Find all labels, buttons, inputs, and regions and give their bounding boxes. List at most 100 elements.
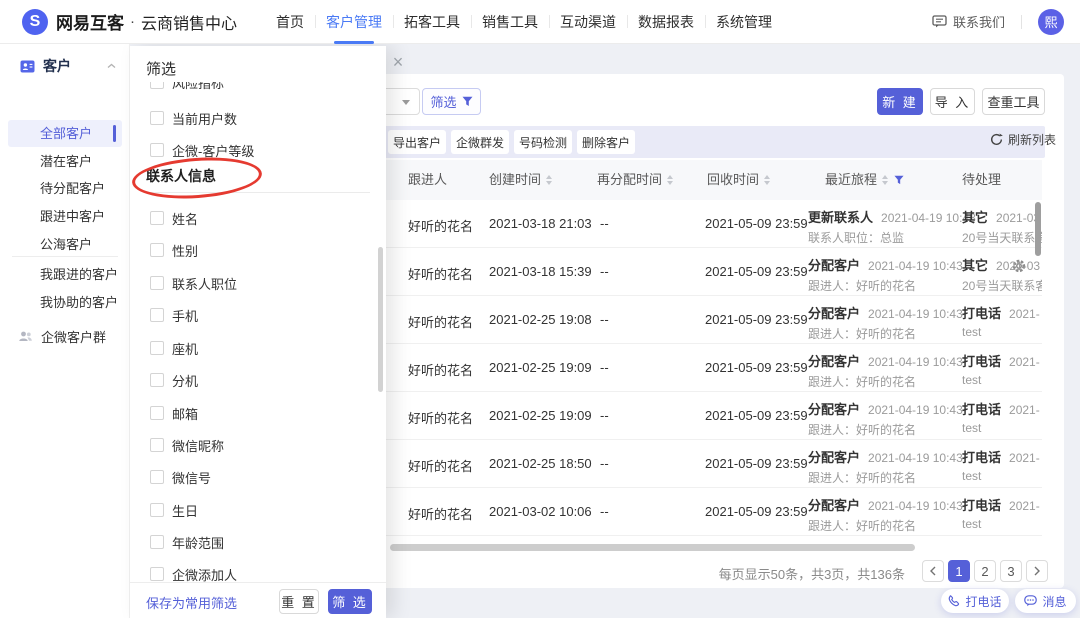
page-button-1[interactable]: 1	[948, 560, 970, 582]
sidebar-item-wecom-groups[interactable]: 企微客户群	[0, 323, 130, 350]
filter-option-wecom-level[interactable]: 企微-客户等级	[130, 140, 386, 160]
red-ellipse-annotation	[131, 154, 263, 203]
contact-us-button[interactable]: 联系我们	[932, 12, 1005, 31]
open-filter-button[interactable]: 筛选	[422, 88, 481, 115]
sort-icon[interactable]	[882, 175, 888, 185]
checkbox[interactable]	[150, 373, 164, 387]
next-page-button[interactable]	[1026, 560, 1048, 582]
chevron-up-icon[interactable]	[107, 63, 116, 69]
checkbox[interactable]	[150, 111, 164, 125]
sidebar-item-potential-customers[interactable]: 潜在客户	[0, 148, 130, 175]
filter-option-gender[interactable]: 性别	[130, 240, 386, 260]
new-customer-button[interactable]: 新 建	[877, 88, 923, 115]
column-journey: 最近旅程	[825, 160, 904, 200]
cell-created: 2021-03-02 10:06	[489, 504, 592, 519]
filter-panel-scroll-area: 风险指标 当前用户数 企微-客户等级 联系人信息 姓名 性别 联系人职位 手机 …	[130, 82, 386, 582]
filter-option-current-users[interactable]: 当前用户数	[130, 108, 386, 128]
sidebar-group-label: 企微客户群	[41, 327, 106, 346]
filter-option-risk[interactable]: 风险指标	[130, 82, 386, 92]
checkbox[interactable]	[150, 503, 164, 517]
filter-option-name[interactable]: 姓名	[130, 208, 386, 228]
page-button-2[interactable]: 2	[974, 560, 996, 582]
cell-journey: 分配客户2021-04-19 10:43跟进人：好听的花名	[808, 255, 963, 294]
nav-item-sales-tools[interactable]: 销售工具	[471, 0, 549, 44]
filter-option-extension[interactable]: 分机	[130, 370, 386, 390]
page-button-3[interactable]: 3	[1000, 560, 1022, 582]
filter-option-wechat-id[interactable]: 微信号	[130, 467, 386, 487]
checkbox[interactable]	[150, 470, 164, 484]
checkbox[interactable]	[150, 308, 164, 322]
checkbox[interactable]	[150, 535, 164, 549]
import-button[interactable]: 导 入	[930, 88, 975, 115]
reset-button[interactable]: 重 置	[279, 589, 319, 614]
phone-icon	[948, 595, 960, 607]
filter-option-birthday[interactable]: 生日	[130, 500, 386, 520]
number-check-button[interactable]: 号码检测	[514, 130, 572, 154]
cell-created: 2021-02-25 19:09	[489, 408, 592, 423]
sort-icon[interactable]	[546, 175, 552, 185]
nav-item-customer-management[interactable]: 客户管理	[315, 0, 393, 44]
sort-icon[interactable]	[667, 175, 673, 185]
filter-option-position[interactable]: 联系人职位	[130, 273, 386, 293]
filter-option-mobile[interactable]: 手机	[130, 305, 386, 325]
save-as-common-filter-link[interactable]: 保存为常用筛选	[146, 593, 237, 612]
column-filter-funnel-icon[interactable]	[894, 175, 904, 185]
checkbox[interactable]	[150, 82, 164, 89]
cell-created: 2021-03-18 21:03	[489, 216, 592, 231]
cell-journey: 分配客户2021-04-19 10:43跟进人：好听的花名	[808, 303, 963, 342]
user-avatar[interactable]: 熙	[1038, 9, 1064, 35]
sort-icon[interactable]	[764, 175, 770, 185]
nav-item-prospecting-tools[interactable]: 拓客工具	[393, 0, 471, 44]
cell-journey: 分配客户2021-04-19 10:43跟进人：好听的花名	[808, 351, 963, 390]
filter-option-age-range[interactable]: 年龄范围	[130, 532, 386, 552]
cell-todo: 打电话2021-test	[962, 447, 1042, 483]
checkbox[interactable]	[150, 406, 164, 420]
cell-todo: 打电话2021-test	[962, 495, 1042, 531]
prev-page-button[interactable]	[922, 560, 944, 582]
call-button[interactable]: 打电话	[941, 589, 1009, 613]
filter-option-wecom-adder[interactable]: 企微添加人	[130, 564, 386, 582]
checkbox[interactable]	[150, 276, 164, 290]
sidebar-item-my-assisted[interactable]: 我协助的客户	[0, 289, 130, 316]
checkbox[interactable]	[150, 243, 164, 257]
sidebar-section-label: 客户	[43, 56, 71, 76]
message-button[interactable]: 消息	[1015, 589, 1076, 613]
checkbox[interactable]	[150, 143, 164, 157]
apply-filter-button[interactable]: 筛 选	[328, 589, 372, 614]
checkbox[interactable]	[150, 438, 164, 452]
sidebar-item-my-followed[interactable]: 我跟进的客户	[0, 261, 130, 288]
column-todo: 待处理	[962, 160, 1001, 200]
cell-todo: 打电话2021-test	[962, 399, 1042, 435]
sidebar-item-all-customers[interactable]: 全部客户	[0, 120, 130, 147]
sidebar-item-public-pool-customers[interactable]: 公海客户	[0, 231, 130, 258]
nav-item-home[interactable]: 首页	[265, 0, 315, 44]
close-icon[interactable]: ×	[388, 52, 408, 72]
call-button-label: 打电话	[965, 593, 1001, 610]
cell-created: 2021-02-25 19:09	[489, 360, 592, 375]
refresh-list-button[interactable]: 刷新列表	[990, 131, 1056, 148]
sidebar-section-customer[interactable]: 客户	[0, 52, 130, 80]
filter-panel-scrollbar[interactable]	[378, 247, 383, 392]
filter-option-email[interactable]: 邮箱	[130, 403, 386, 423]
filter-option-landline[interactable]: 座机	[130, 338, 386, 358]
table-vertical-scrollbar[interactable]	[1035, 202, 1041, 256]
sidebar-item-unassigned-customers[interactable]: 待分配客户	[0, 175, 130, 202]
table-horizontal-scrollbar[interactable]	[390, 544, 915, 551]
logo-icon: S	[22, 9, 48, 35]
nav-item-reports[interactable]: 数据报表	[627, 0, 705, 44]
cell-reassigned: --	[600, 504, 609, 519]
checkbox[interactable]	[150, 341, 164, 355]
column-recycled: 回收时间	[707, 160, 770, 200]
wecom-broadcast-button[interactable]: 企微群发	[451, 130, 509, 154]
sidebar-item-following-customers[interactable]: 跟进中客户	[0, 203, 130, 230]
nav-item-channels[interactable]: 互动渠道	[549, 0, 627, 44]
checkbox[interactable]	[150, 567, 164, 581]
cell-journey: 分配客户2021-04-19 10:43跟进人：好听的花名	[808, 495, 963, 534]
delete-customers-button[interactable]: 删除客户	[577, 130, 635, 154]
cell-reassigned: --	[600, 456, 609, 471]
export-customers-button[interactable]: 导出客户	[388, 130, 446, 154]
filter-option-wechat-nickname[interactable]: 微信昵称	[130, 435, 386, 455]
dedupe-tool-button[interactable]: 查重工具	[982, 88, 1045, 115]
checkbox[interactable]	[150, 211, 164, 225]
nav-item-system[interactable]: 系统管理	[705, 0, 783, 44]
